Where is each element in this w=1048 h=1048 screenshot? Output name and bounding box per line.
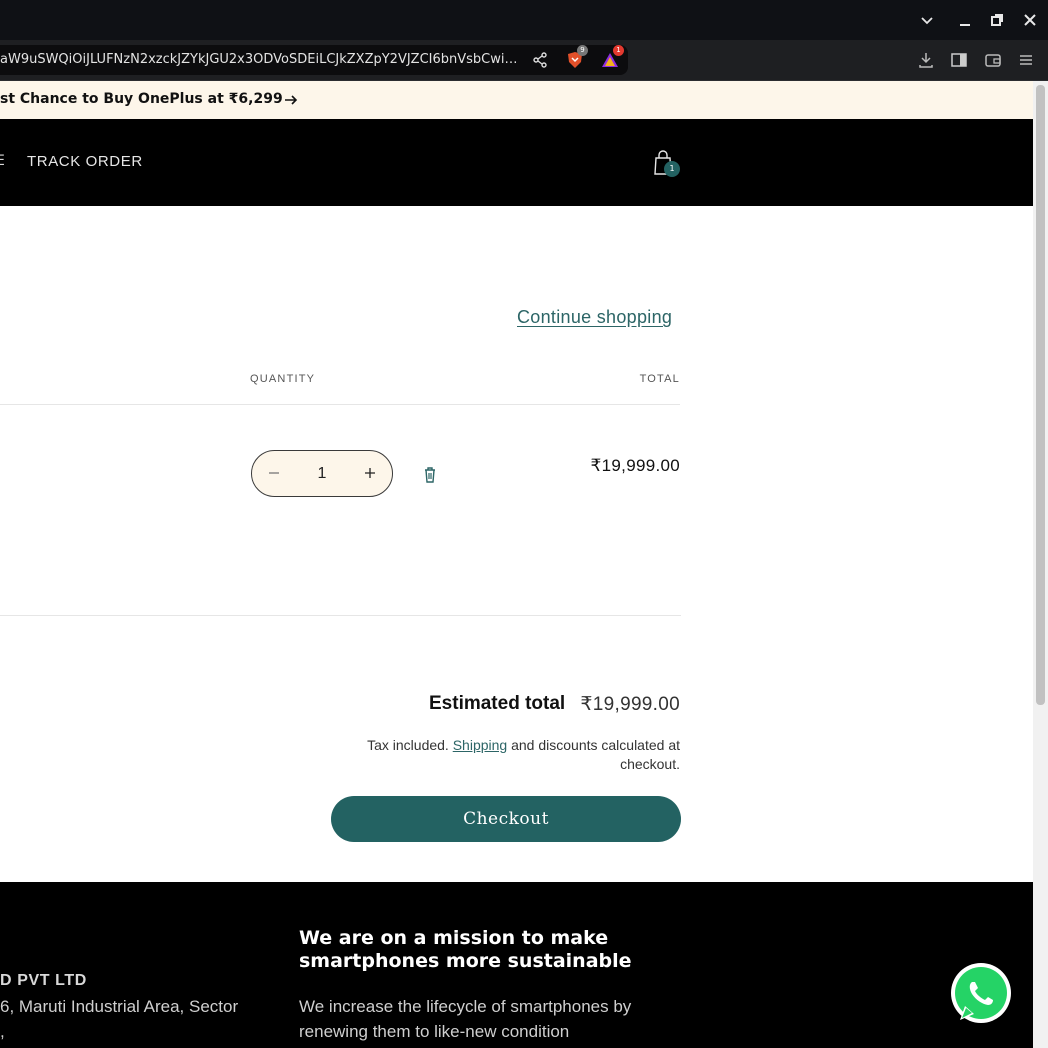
download-icon[interactable]: [917, 51, 935, 69]
tax-note: Tax included. Shipping and discounts cal…: [320, 736, 680, 774]
tab-search-chevron-down-icon[interactable]: [917, 10, 937, 30]
browser-toolbar: aW9uSWQiOiJLUFNzN2xzckJZYkJGU2x3ODVoSDEi…: [0, 40, 1048, 81]
site-footer: D PVT LTD 6, Maruti Industrial Area, Sec…: [0, 882, 1033, 1048]
scrollbar-thumb[interactable]: [1036, 85, 1045, 705]
shipping-policy-link[interactable]: Shipping: [453, 737, 508, 753]
increase-quantity-button[interactable]: [350, 451, 390, 496]
wallet-icon[interactable]: [984, 51, 1002, 69]
estimated-total-label: Estimated total: [429, 693, 566, 714]
site-header: E TRACK ORDER: [0, 119, 1033, 206]
brave-badge: 9: [577, 45, 588, 56]
sidebar-icon[interactable]: [950, 51, 968, 69]
url-text[interactable]: aW9uSWQiOiJLUFNzN2xzckJZYkJGU2x3ODVoSDEi…: [0, 52, 522, 68]
footer-address-line: ,: [0, 1022, 5, 1041]
announcement-bar[interactable]: st Chance to Buy OnePlus at ₹6,299: [0, 81, 1033, 119]
plus-icon: [364, 463, 376, 484]
estimated-total-value: ₹19,999.00: [580, 694, 680, 715]
quantity-input[interactable]: [292, 463, 352, 485]
announcement-text[interactable]: st Chance to Buy OnePlus at ₹6,299: [0, 91, 283, 107]
whatsapp-icon[interactable]: [948, 962, 1014, 1028]
tax-note-prefix: Tax included.: [367, 737, 449, 753]
screen: aW9uSWQiOiJLUFNzN2xzckJZYkJGU2x3ODVoSDEi…: [0, 0, 1048, 1048]
remove-item-trash-icon[interactable]: [422, 466, 438, 484]
restore-icon[interactable]: [987, 10, 1007, 30]
decrease-quantity-button[interactable]: [254, 451, 294, 496]
minus-icon: [268, 463, 280, 484]
nav-item-track-order[interactable]: TRACK ORDER: [27, 153, 143, 170]
menu-icon[interactable]: [1017, 51, 1035, 69]
line-item-total: ₹19,999.00: [590, 456, 680, 475]
close-icon[interactable]: [1020, 10, 1040, 30]
share-icon[interactable]: [531, 51, 549, 69]
column-header-quantity: QUANTITY: [250, 373, 316, 385]
quantity-stepper[interactable]: [251, 450, 393, 497]
footer-address-line: 6, Maruti Industrial Area, Sector: [0, 997, 239, 1016]
footer-company-name: D PVT LTD: [0, 972, 87, 989]
address-bar[interactable]: aW9uSWQiOiJLUFNzN2xzckJZYkJGU2x3ODVoSDEi…: [0, 45, 628, 75]
tax-note-suffix: and discounts calculated at checkout.: [511, 737, 680, 772]
footer-mission-title: We are on a mission to make smartphones …: [299, 927, 632, 972]
column-header-total: TOTAL: [639, 373, 680, 385]
nav-item-partial[interactable]: E: [0, 153, 5, 169]
brave-shield-icon[interactable]: 9: [566, 45, 588, 69]
footer-mission-description: We increase the lifecycle of smartphones…: [299, 997, 632, 1041]
rewards-badge: 1: [613, 45, 624, 56]
continue-shopping-link[interactable]: Continue shopping: [517, 307, 672, 328]
browser-titlebar: [0, 0, 1048, 40]
arrow-right-icon: [283, 92, 299, 108]
checkout-button[interactable]: Checkout: [331, 796, 681, 842]
cart-count-badge: 1: [664, 161, 680, 177]
divider: [0, 615, 681, 616]
page-scrollbar[interactable]: [1033, 81, 1048, 1048]
minimize-icon[interactable]: [955, 10, 975, 30]
rewards-icon[interactable]: 1: [601, 45, 624, 69]
divider: [0, 404, 680, 405]
